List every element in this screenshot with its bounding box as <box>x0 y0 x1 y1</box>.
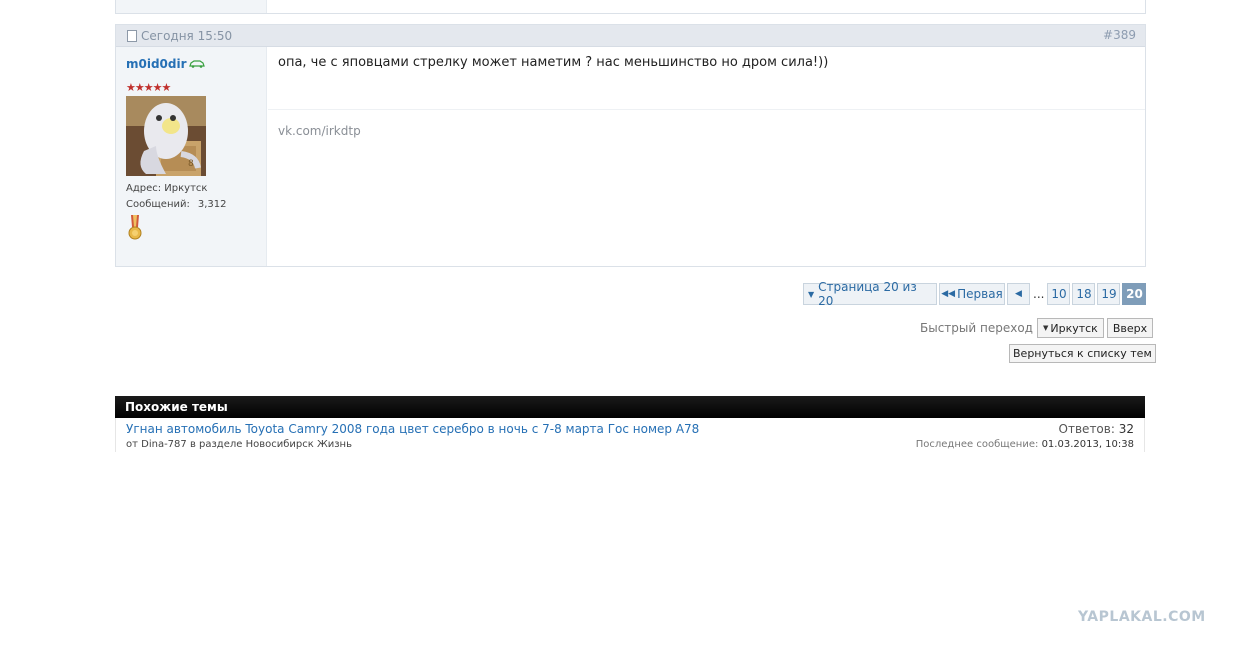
avatar-image: 8 <box>126 96 206 176</box>
first-page-label: Первая <box>957 287 1003 301</box>
signature-divider <box>268 109 1145 110</box>
pagination-ellipsis: ... <box>1033 287 1045 301</box>
topic-replies: Ответов: 32 <box>1059 422 1134 436</box>
medal-icon <box>128 215 142 240</box>
page-link-18[interactable]: 18 <box>1072 283 1096 305</box>
quick-navigation: Быстрый переход Иркутск Вверх <box>920 318 1154 338</box>
last-message-date: 01.03.2013, 10:38 <box>1041 439 1134 450</box>
list-item: Угнан автомобиль Toyota Camry 2008 года … <box>115 418 1145 452</box>
last-message-label: Последнее сообщение: <box>915 439 1039 450</box>
page-info-dropdown[interactable]: ▼ Страница 20 из 20 <box>803 280 937 308</box>
topic-link[interactable]: Угнан автомобиль Toyota Camry 2008 года … <box>126 422 699 436</box>
document-icon <box>127 30 137 42</box>
topic-last-message: Последнее сообщение: 01.03.2013, 10:38 <box>916 439 1134 450</box>
post-date-text: Сегодня 15:50 <box>141 29 233 43</box>
pagination: ▼ Страница 20 из 20 ◀◀ Первая ◀ ... 10 1… <box>801 280 1147 308</box>
previous-post-userinfo <box>116 0 267 13</box>
forum-select-text: Иркутск <box>1050 321 1098 335</box>
svg-text:8: 8 <box>188 159 194 169</box>
previous-post <box>115 0 1146 14</box>
chevron-left-icon: ◀ <box>1015 289 1022 299</box>
username-text[interactable]: m0id0dir <box>126 57 187 71</box>
site-watermark: YAPLAKAL.COM <box>1078 609 1206 625</box>
double-chevron-left-icon: ◀◀ <box>941 289 956 299</box>
reputation-stars: ★★★★★ <box>126 81 171 94</box>
quick-nav-label: Быстрый переход <box>920 321 1033 335</box>
first-page-button[interactable]: ◀◀ Первая <box>939 283 1005 305</box>
page-current-20[interactable]: 20 <box>1122 283 1147 305</box>
scroll-up-button[interactable]: Вверх <box>1106 318 1154 338</box>
page: Сегодня 15:50 #389 m0id0dir ★★★★★ 8 Адре… <box>0 0 1241 648</box>
user-message-count: Сообщений: 3,312 <box>126 199 227 210</box>
scroll-up-text: Вверх <box>1112 321 1148 335</box>
post-number-link[interactable]: #389 <box>1103 28 1136 42</box>
post-header: Сегодня 15:50 #389 <box>116 25 1145 47</box>
post-signature: vk.com/irkdtp <box>278 124 361 138</box>
car-icon <box>188 60 205 68</box>
back-to-topics-text: Вернуться к списку тем <box>1013 347 1152 360</box>
avatar[interactable]: 8 <box>126 96 206 176</box>
chevron-down-icon: ▼ <box>808 289 815 299</box>
replies-label: Ответов: <box>1058 422 1115 436</box>
forum-post: Сегодня 15:50 #389 m0id0dir ★★★★★ 8 Адре… <box>115 24 1146 267</box>
back-to-topics-button[interactable]: Вернуться к списку тем <box>1009 344 1156 363</box>
post-date: Сегодня 15:50 <box>127 29 232 43</box>
user-address: Адрес: Иркутск <box>126 183 208 194</box>
forum-select-button[interactable]: Иркутск <box>1036 318 1104 338</box>
topic-meta: от Dina-787 в разделе Новосибирск Жизнь <box>126 439 352 450</box>
page-info-text: Страница 20 из 20 <box>818 280 917 308</box>
user-info: m0id0dir ★★★★★ 8 Адрес: Иркутск Сообщени… <box>116 47 267 266</box>
username[interactable]: m0id0dir <box>126 57 205 71</box>
messages-label: Сообщений: <box>126 199 190 210</box>
similar-topics: Похожие темы Угнан автомобиль Toyota Cam… <box>115 396 1145 452</box>
post-message: опа, че с яповцами стрелку может наметим… <box>278 55 829 70</box>
prev-page-button[interactable]: ◀ <box>1007 283 1030 305</box>
similar-topics-header: Похожие темы <box>115 396 1145 418</box>
page-link-10[interactable]: 10 <box>1047 283 1071 305</box>
messages-count: 3,312 <box>197 199 227 210</box>
replies-count: 32 <box>1118 422 1134 436</box>
page-link-19[interactable]: 19 <box>1097 283 1121 305</box>
